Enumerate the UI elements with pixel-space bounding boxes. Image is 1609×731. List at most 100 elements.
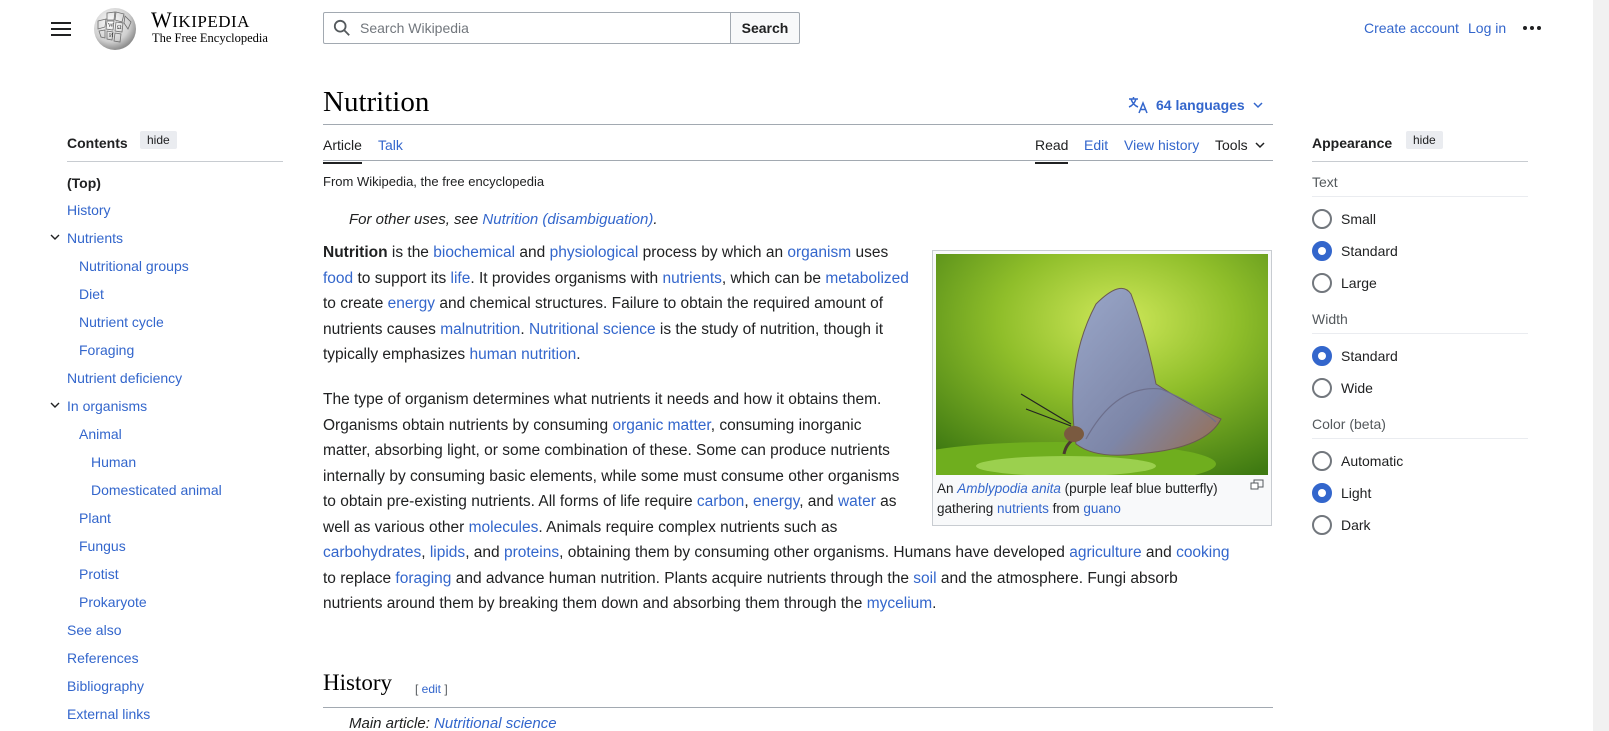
- link-nutrients[interactable]: nutrients: [662, 270, 721, 287]
- toc-item-protist[interactable]: Protist: [79, 566, 119, 582]
- radio-text-small[interactable]: Small: [1312, 209, 1376, 229]
- section-divider: [1312, 333, 1528, 334]
- bracket: [: [415, 682, 422, 696]
- toc-item-human[interactable]: Human: [91, 454, 136, 470]
- language-count: 64 languages: [1156, 97, 1245, 113]
- link-amblypodia-anita[interactable]: Amblypodia anita: [957, 481, 1061, 496]
- toc-hide-button[interactable]: hide: [140, 131, 177, 149]
- link-soil[interactable]: soil: [913, 570, 936, 587]
- main-menu-button[interactable]: [48, 18, 74, 40]
- title-divider: [323, 124, 1273, 125]
- toc-item-nutritional-groups[interactable]: Nutritional groups: [79, 258, 189, 274]
- link-food[interactable]: food: [323, 270, 353, 287]
- link-organic-matter[interactable]: organic matter: [612, 417, 710, 434]
- toc-item-nutrient-cycle[interactable]: Nutrient cycle: [79, 314, 164, 330]
- radio-width-wide[interactable]: Wide: [1312, 378, 1373, 398]
- section-heading-history: History: [323, 670, 392, 695]
- link-biochemical[interactable]: biochemical: [433, 244, 515, 261]
- appearance-hide-button[interactable]: hide: [1406, 131, 1443, 149]
- search-button[interactable]: Search: [730, 12, 800, 44]
- wikipedia-wordmark[interactable]: WIKIPEDIA: [151, 7, 250, 33]
- intro-paragraph-1: Nutrition is the biochemical and physiol…: [323, 244, 909, 363]
- toc-item-bibliography[interactable]: Bibliography: [67, 678, 144, 694]
- link-molecules[interactable]: molecules: [469, 519, 539, 536]
- toc-item-references[interactable]: References: [67, 650, 139, 666]
- link-energy-2[interactable]: energy: [753, 493, 799, 510]
- link-physiological[interactable]: physiological: [550, 244, 639, 261]
- search-input[interactable]: [360, 14, 730, 42]
- ellipsis-icon[interactable]: [1520, 16, 1544, 40]
- toc-item-animal[interactable]: Animal: [79, 426, 122, 442]
- radio-color-automatic[interactable]: Automatic: [1312, 451, 1403, 471]
- toc-item-top[interactable]: (Top): [67, 175, 101, 191]
- butterfly-image[interactable]: [936, 254, 1268, 475]
- toc-item-in-organisms[interactable]: In organisms: [67, 398, 147, 414]
- link-energy[interactable]: energy: [388, 295, 435, 312]
- toc-item-fungus[interactable]: Fungus: [79, 538, 126, 554]
- toc-item-external-links[interactable]: External links: [67, 706, 150, 722]
- toc-item-plant[interactable]: Plant: [79, 510, 111, 526]
- search-box[interactable]: [323, 12, 731, 44]
- search-icon: [324, 13, 360, 43]
- tab-edit[interactable]: Edit: [1084, 137, 1108, 153]
- toc-item-prokaryote[interactable]: Prokaryote: [79, 594, 147, 610]
- bold-term: Nutrition: [323, 244, 388, 261]
- toc-item-foraging[interactable]: Foraging: [79, 342, 134, 358]
- link-water[interactable]: water: [838, 493, 876, 510]
- wikipedia-globe-logo[interactable]: W Ω И: [90, 5, 140, 51]
- link-organism[interactable]: organism: [787, 244, 851, 261]
- svg-text:W: W: [108, 23, 114, 29]
- hamburger-icon: [51, 22, 71, 24]
- hamburger-line: [51, 34, 71, 36]
- language-button[interactable]: 64 languages: [1128, 96, 1263, 114]
- width-label: Width: [1312, 311, 1348, 327]
- tools-menu[interactable]: Tools: [1215, 137, 1265, 153]
- radio-dot: [1312, 346, 1332, 366]
- chevron-down-icon: [1253, 102, 1263, 109]
- link-nutritional-science[interactable]: Nutritional science: [529, 321, 656, 338]
- toc-item-history[interactable]: History: [67, 202, 111, 218]
- toc-item-nutrients[interactable]: Nutrients: [67, 230, 123, 246]
- link-malnutrition[interactable]: malnutrition: [440, 321, 520, 338]
- link-carbohydrates[interactable]: carbohydrates: [323, 544, 421, 561]
- link-carbon[interactable]: carbon: [697, 493, 744, 510]
- toc-item-see-also[interactable]: See also: [67, 622, 121, 638]
- chevron-down-icon[interactable]: [50, 232, 60, 242]
- main-article-link[interactable]: Nutritional science: [434, 715, 557, 731]
- link-caption-nutrients[interactable]: nutrients: [997, 501, 1049, 516]
- image-caption: An Amblypodia anita (purple leaf blue bu…: [937, 481, 1218, 516]
- radio-width-standard[interactable]: Standard: [1312, 346, 1398, 366]
- radio-label: Standard: [1341, 243, 1398, 259]
- tab-talk[interactable]: Talk: [378, 137, 403, 153]
- radio-color-dark[interactable]: Dark: [1312, 515, 1371, 535]
- toc-item-nutrient-deficiency[interactable]: Nutrient deficiency: [67, 370, 182, 386]
- section-divider: [1312, 438, 1528, 439]
- link-metabolized[interactable]: metabolized: [825, 270, 909, 287]
- radio-label: Large: [1341, 275, 1377, 291]
- link-guano[interactable]: guano: [1083, 501, 1121, 516]
- create-account-link[interactable]: Create account: [1364, 20, 1459, 36]
- link-life[interactable]: life: [451, 270, 471, 287]
- radio-text-standard[interactable]: Standard: [1312, 241, 1398, 261]
- link-cooking[interactable]: cooking: [1176, 544, 1229, 561]
- toc-item-domesticated-animal[interactable]: Domesticated animal: [91, 482, 222, 498]
- toc-item-diet[interactable]: Diet: [79, 286, 104, 302]
- link-human-nutrition[interactable]: human nutrition: [469, 346, 576, 363]
- login-link[interactable]: Log in: [1468, 20, 1506, 36]
- radio-label: Dark: [1341, 517, 1371, 533]
- disambiguation-link[interactable]: Nutrition (disambiguation): [482, 211, 653, 228]
- tab-view-history[interactable]: View history: [1124, 137, 1199, 153]
- vertical-scrollbar[interactable]: [1593, 0, 1609, 731]
- enlarge-icon[interactable]: [1250, 479, 1264, 491]
- radio-color-light[interactable]: Light: [1312, 483, 1371, 503]
- toc-divider: [67, 161, 283, 162]
- radio-text-large[interactable]: Large: [1312, 273, 1377, 293]
- link-foraging[interactable]: foraging: [395, 570, 451, 587]
- link-agriculture[interactable]: agriculture: [1069, 544, 1141, 561]
- link-mycelium[interactable]: mycelium: [867, 595, 932, 612]
- link-lipids[interactable]: lipids: [430, 544, 465, 561]
- edit-section-link[interactable]: edit: [422, 682, 441, 696]
- chevron-down-icon[interactable]: [50, 400, 60, 410]
- link-proteins[interactable]: proteins: [504, 544, 559, 561]
- hatnote-text: .: [653, 211, 658, 228]
